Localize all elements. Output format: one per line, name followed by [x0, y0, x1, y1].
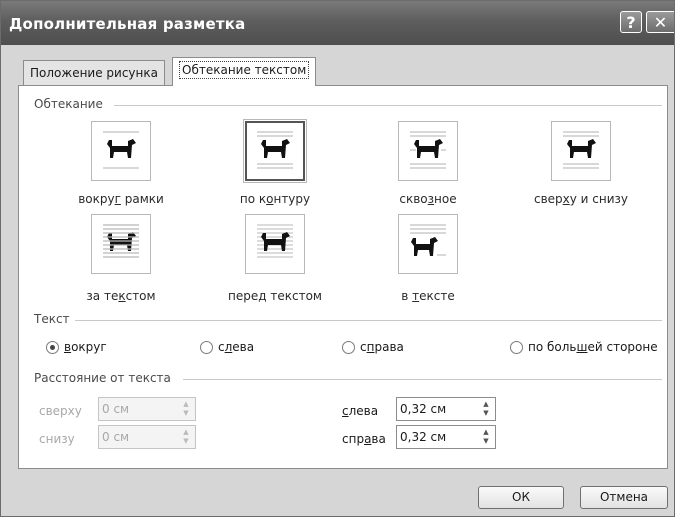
radio-largest-side[interactable]: по большей стороне [510, 340, 658, 354]
help-button[interactable]: ? [620, 11, 642, 33]
radio-right-only[interactable]: справа [342, 340, 404, 354]
radio-both-sides[interactable]: вокруг [46, 340, 107, 354]
tab-text-wrapping-label: Обтекание текстом [179, 61, 310, 79]
spinner-arrows-icon[interactable]: ▲ ▼ [479, 428, 493, 446]
spinner-arrows-icon: ▲ ▼ [183, 400, 189, 417]
radio-both-sides-label: вокруг [64, 340, 107, 354]
close-button[interactable]: ✕ [646, 11, 674, 33]
radio-right-only-label: справа [360, 340, 404, 354]
distance-bottom-label: снизу [39, 432, 75, 446]
radio-largest-side-label: по большей стороне [528, 340, 658, 354]
wrap-tight-icon [257, 131, 293, 169]
distance-top-value: 0 см [102, 402, 130, 416]
wrap-inline-caption: в тексте [401, 289, 455, 303]
wrap-square-option[interactable] [91, 121, 151, 181]
wrap-behind-icon [103, 224, 139, 258]
distance-right-label: справа [342, 432, 386, 446]
distance-bottom-value: 0 см [102, 430, 130, 444]
radio-left-only[interactable]: слева [200, 340, 254, 354]
radio-left-only-label: слева [218, 340, 255, 354]
radio-left-only-circle [200, 340, 213, 354]
wrap-in-front-caption: перед текстом [228, 289, 322, 303]
wrap-behind-option[interactable] [91, 214, 151, 274]
distance-left-label: слева [342, 404, 379, 418]
wrap-inline-icon [410, 224, 446, 256]
distance-top-label: сверху [39, 404, 82, 418]
text-section-label: Текст [34, 312, 70, 326]
wrap-tight-option[interactable] [243, 119, 307, 183]
radio-largest-side-circle [510, 340, 523, 354]
wrap-top-bottom-icon [563, 131, 599, 169]
tab-picture-position[interactable]: Положение рисунка [23, 60, 165, 86]
tab-text-wrapping[interactable]: Обтекание текстом [172, 57, 317, 86]
wrap-behind-caption: за текстом [86, 289, 156, 303]
distance-right-value[interactable]: 0,32 см [400, 430, 446, 444]
distance-left-value[interactable]: 0,32 см [400, 402, 446, 416]
wrap-through-option[interactable] [398, 121, 458, 181]
distance-bottom-spinner: 0 см ▲ ▼ [98, 425, 196, 449]
title-bar[interactable]: Дополнительная разметка ? ✕ [1, 1, 674, 45]
wrap-top-bottom-caption: сверху и снизу [533, 192, 629, 206]
wrap-in-front-icon [257, 224, 293, 258]
wrap-tight-caption: по контуру [239, 192, 311, 206]
spinner-arrows-icon: ▲ ▼ [183, 428, 189, 445]
wrap-square-caption: вокруг рамки [78, 192, 164, 206]
wrap-top-bottom-option[interactable] [551, 121, 611, 181]
dialog-title: Дополнительная разметка [9, 15, 246, 33]
distance-section-label: Расстояние от текста [34, 371, 171, 385]
wrap-square-icon [103, 131, 139, 169]
ok-button[interactable]: ОК [478, 486, 564, 509]
distance-top-spinner: 0 см ▲ ▼ [98, 397, 196, 421]
wrapping-section-label: Обтекание [34, 97, 103, 111]
radio-right-only-circle [342, 340, 355, 354]
wrap-through-caption: сквозное [399, 192, 457, 206]
distance-left-spinner[interactable]: 0,32 см ▲ ▼ [396, 397, 496, 421]
wrap-through-icon [410, 131, 446, 169]
radio-both-sides-circle [46, 340, 59, 354]
wrapping-divider [114, 105, 662, 106]
wrap-in-front-option[interactable] [245, 214, 305, 274]
distance-right-spinner[interactable]: 0,32 см ▲ ▼ [396, 425, 496, 449]
cancel-button[interactable]: Отмена [580, 486, 668, 509]
wrap-inline-option[interactable] [398, 214, 458, 274]
distance-divider [183, 379, 662, 380]
spinner-arrows-icon[interactable]: ▲ ▼ [479, 400, 493, 418]
dialog-window: Дополнительная разметка ? ✕ Положение ри… [0, 0, 675, 517]
text-divider [75, 320, 662, 321]
